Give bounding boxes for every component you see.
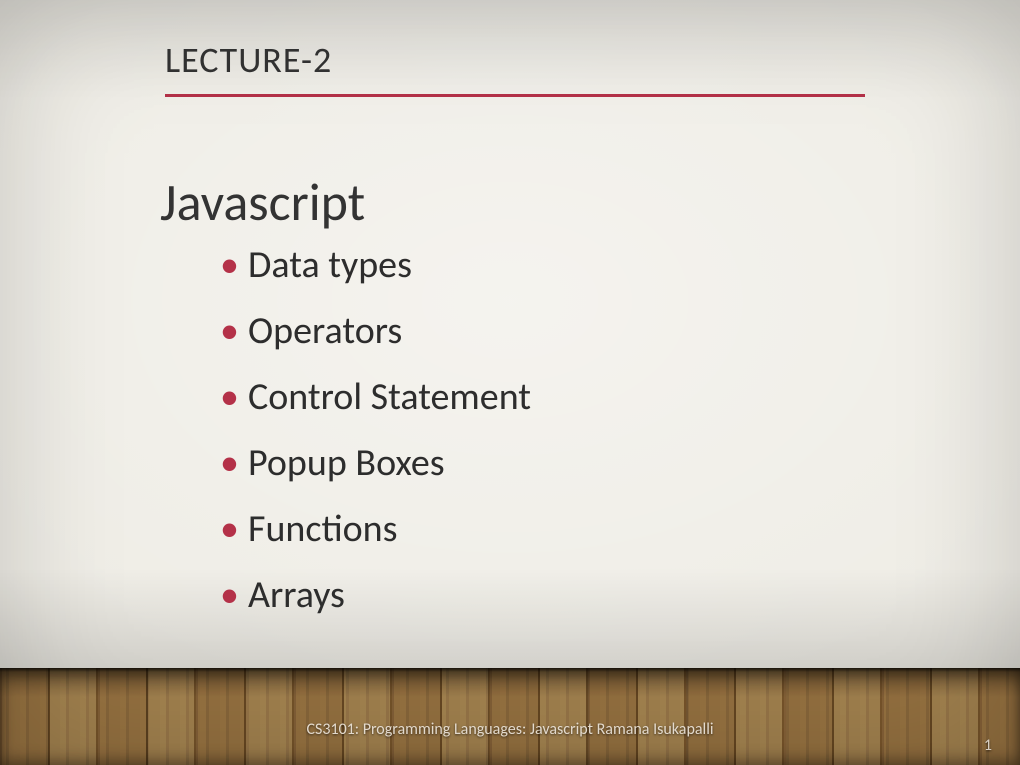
slide: LECTURE-2 Javascript Data types Operator… <box>0 0 1020 765</box>
title-underline <box>165 94 865 97</box>
footer-course-line: CS3101: Programming Languages: Javascrip… <box>0 720 1020 739</box>
bullet-item: Control Statement <box>220 378 531 416</box>
slide-subtitle: Javascript <box>160 170 365 234</box>
floor-texture <box>0 668 1020 765</box>
bullet-item: Data types <box>220 246 531 284</box>
bullet-list: Data types Operators Control Statement P… <box>220 246 531 642</box>
bullet-item: Popup Boxes <box>220 444 531 482</box>
bullet-item: Operators <box>220 312 531 350</box>
slide-title: LECTURE-2 <box>165 38 865 82</box>
bullet-item: Arrays <box>220 576 531 614</box>
page-number: 1 <box>984 736 992 755</box>
slide-header: LECTURE-2 <box>165 38 865 97</box>
bullet-item: Functions <box>220 510 531 548</box>
